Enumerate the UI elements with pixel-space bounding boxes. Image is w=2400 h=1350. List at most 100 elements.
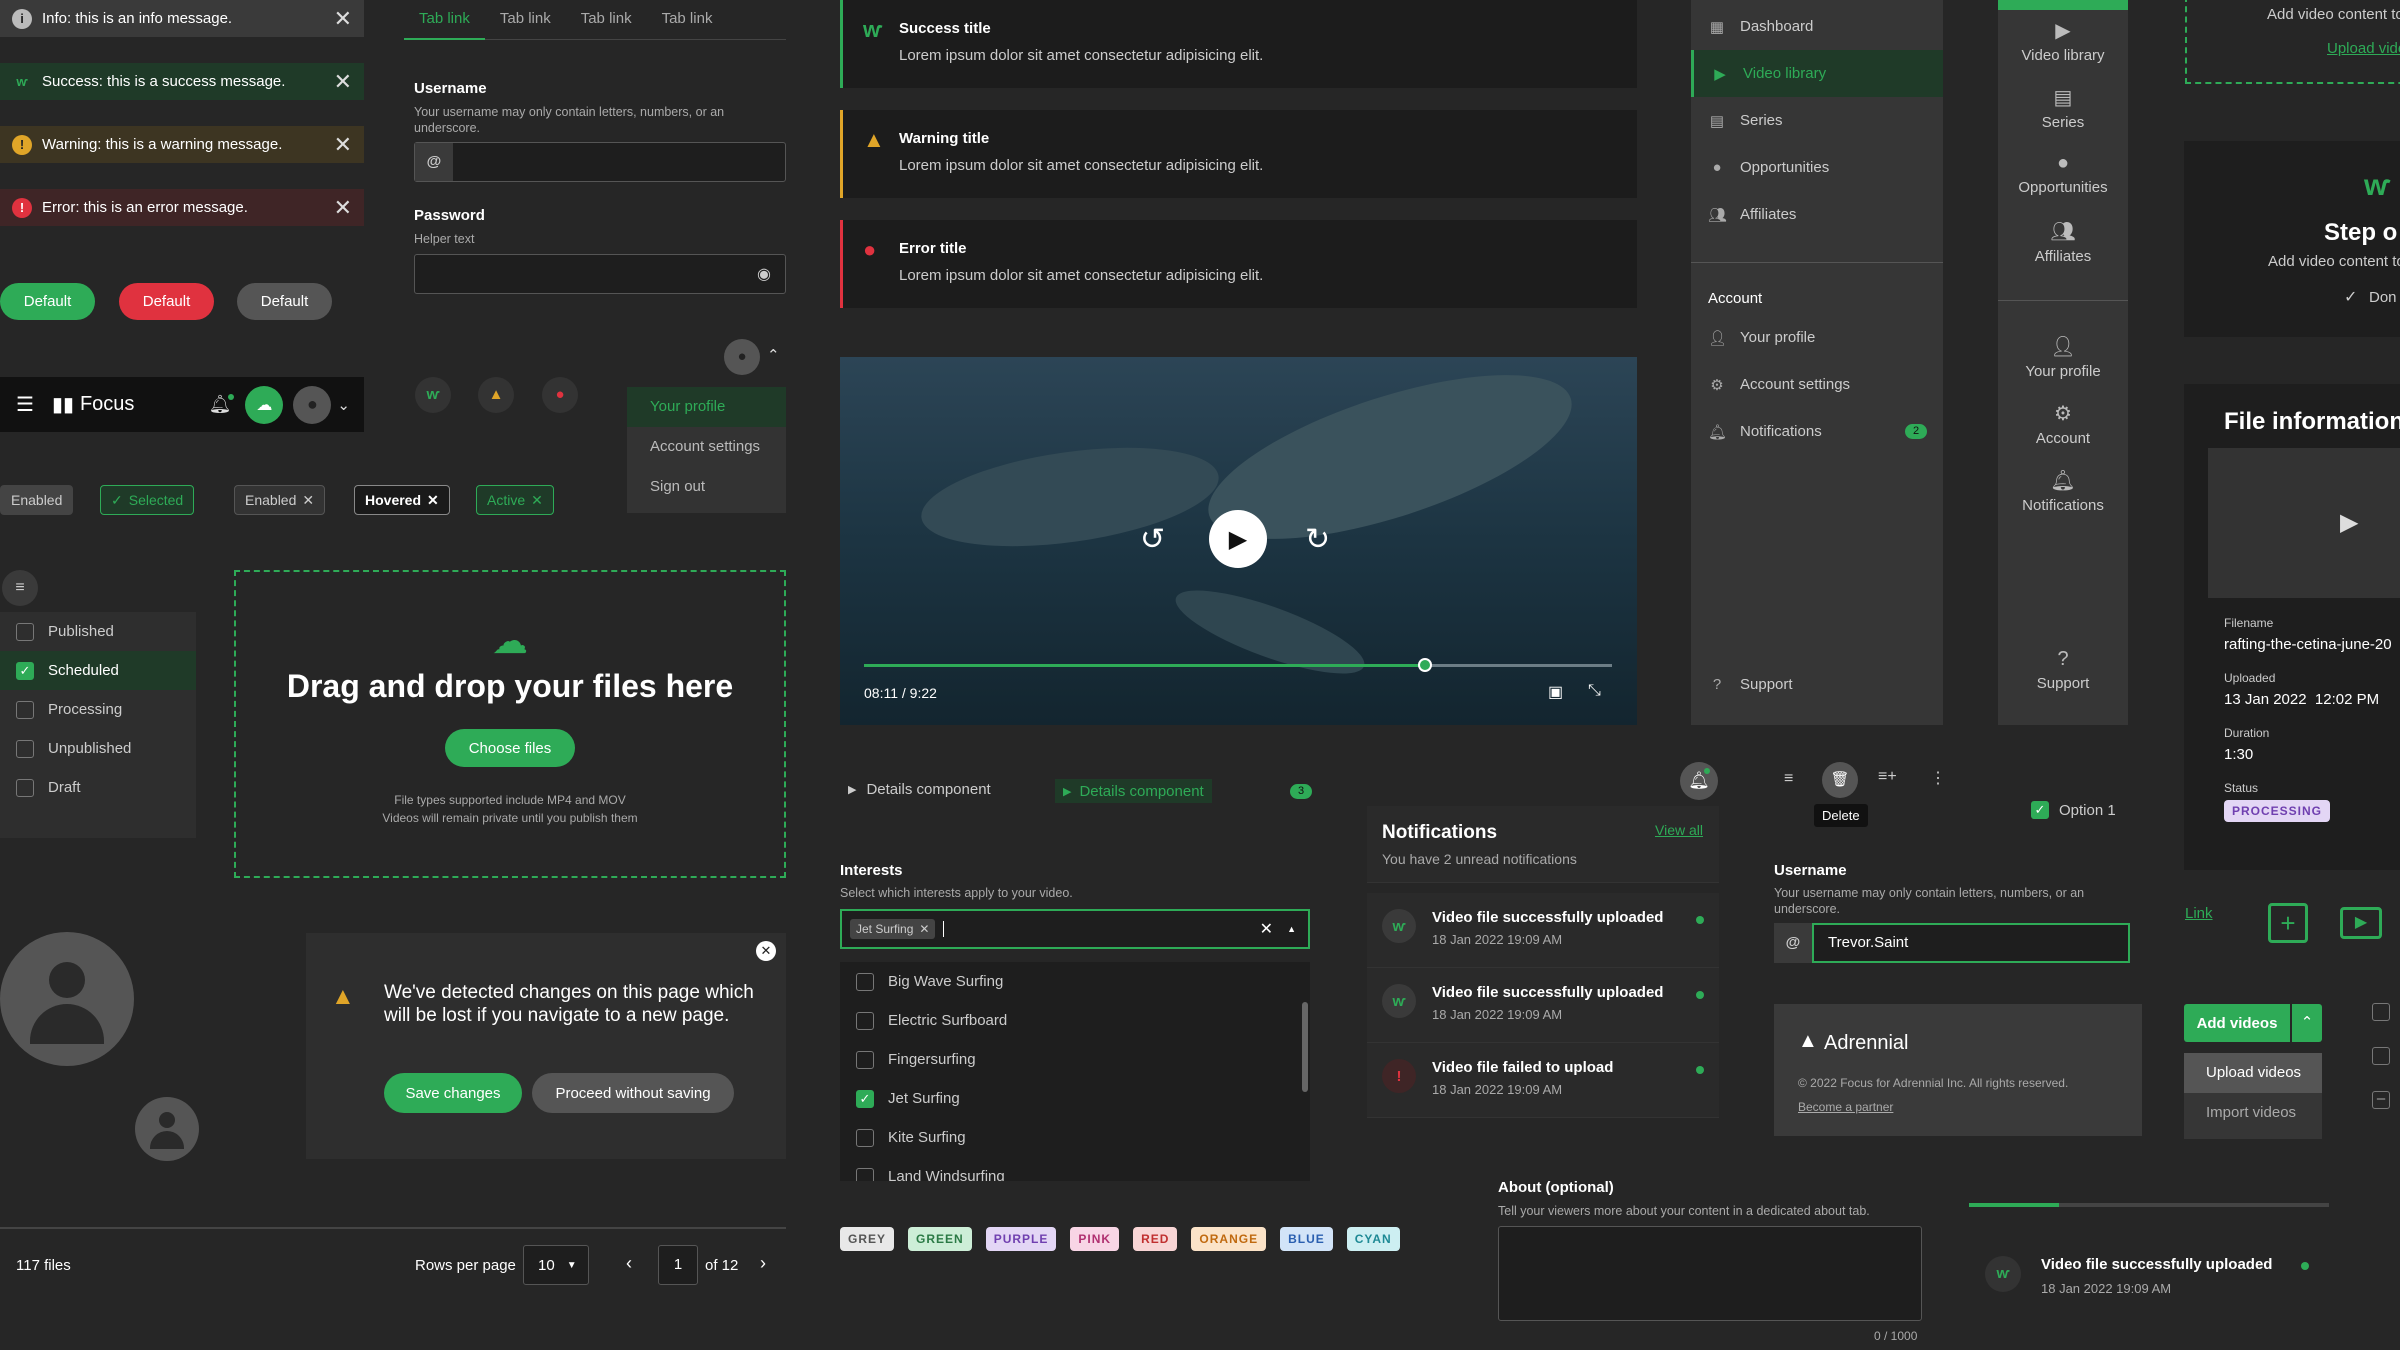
view-all-link[interactable]: View all [1655, 822, 1703, 838]
checkbox-indeterminate-icon[interactable]: – [2372, 1091, 2390, 1109]
checkbox-unchecked-icon[interactable] [2372, 1047, 2390, 1065]
checkbox-unchecked-icon[interactable] [2372, 1003, 2390, 1021]
become-partner-link[interactable]: Become a partner [1798, 1100, 1893, 1114]
about-textarea[interactable] [1498, 1226, 1922, 1321]
bell-icon[interactable]: 🔔︎ [209, 394, 235, 415]
rail-item-series[interactable]: ▤ Series [1998, 85, 2128, 131]
sidebar-item-dashboard[interactable]: ▦ Dashboard [1691, 3, 1943, 50]
upload-cloud-icon[interactable]: ☁ [245, 385, 284, 424]
selected-interest-chip[interactable]: Jet Surfing ✕ [850, 919, 936, 939]
rows-per-page-select[interactable]: 10 ▼ [523, 1245, 589, 1285]
sidebar-item-series[interactable]: ▤ Series [1691, 97, 1943, 144]
video-camera-icon[interactable]: ▶ [2340, 907, 2382, 939]
interest-option[interactable]: Big Wave Surfing [840, 962, 1310, 1001]
sidebar-item-your-profile[interactable]: 👤︎ Your profile [1691, 314, 1943, 361]
rail-item-your-profile[interactable]: 👤︎ Your profile [1998, 334, 2128, 380]
menu-item-import-videos[interactable]: Import videos [2184, 1093, 2322, 1133]
filter-processing[interactable]: Processing [0, 690, 196, 729]
rail-item-notifications[interactable]: 🔔︎ Notifications [1998, 468, 2128, 514]
chip-selected[interactable]: ✓ Selected [100, 485, 195, 515]
minimize-icon[interactable]: ⤡ [1588, 682, 1601, 700]
chip-active[interactable]: Active ✕ [476, 485, 554, 515]
add-box-icon[interactable]: + [2268, 903, 2308, 943]
filter-unpublished[interactable]: Unpublished [0, 729, 196, 768]
video-player[interactable]: ↺ ▶ ↻ 08:11 / 9:22 ▣ ⤡ [840, 357, 1637, 725]
bell-button[interactable]: 🔔︎ [1680, 762, 1718, 800]
rail-item-affiliates[interactable]: 👥︎ Affiliates [1998, 219, 2128, 265]
rail-item-opportunities[interactable]: ● Opportunities [1998, 152, 2128, 196]
menu-item-your-profile[interactable]: Your profile [627, 387, 786, 427]
details-component-collapsed[interactable]: ▶ Details component [848, 781, 991, 798]
rail-item-support[interactable]: ? Support [1998, 648, 2128, 692]
tab-link-1[interactable]: Tab link [404, 0, 485, 40]
close-icon[interactable]: ✕ [334, 133, 352, 156]
file-thumbnail[interactable]: ▶ [2208, 448, 2400, 598]
remove-chip-icon[interactable]: ✕ [427, 492, 439, 509]
chevron-down-icon[interactable]: ⌄ [337, 396, 350, 414]
prev-page-icon[interactable]: ‹ [626, 1253, 632, 1274]
chevron-up-icon[interactable]: ⌃ [2292, 1004, 2322, 1042]
chip-hovered[interactable]: Hovered ✕ [354, 485, 450, 515]
close-icon[interactable]: ✕ [334, 7, 352, 30]
default-button-red[interactable]: Default [119, 283, 214, 320]
sidebar-item-affiliates[interactable]: 👥︎ Affiliates [1691, 191, 1943, 238]
play-button[interactable]: ▶ [1209, 510, 1267, 568]
notification-item[interactable]: ⱳ Video file successfully uploaded 18 Jan … [1367, 968, 1719, 1043]
scrollbar[interactable] [1302, 1002, 1308, 1092]
remove-chip-icon[interactable]: ✕ [531, 492, 543, 509]
close-icon[interactable]: ✕ [756, 941, 776, 961]
filter-draft[interactable]: Draft [0, 768, 196, 807]
sidebar-item-account-settings[interactable]: ⚙ Account settings [1691, 361, 1943, 408]
sidebar-item-notifications[interactable]: 🔔︎ Notifications 2 [1691, 408, 1943, 455]
link[interactable]: Link [2185, 905, 2213, 922]
interest-option[interactable]: ✓ Jet Surfing [840, 1079, 1310, 1118]
chip-enabled[interactable]: Enabled ✕ [234, 485, 326, 515]
sidebar-item-video-library[interactable]: ▶ Video library [1691, 50, 1943, 97]
interest-option[interactable]: Kite Surfing [840, 1118, 1310, 1157]
menu-item-sign-out[interactable]: Sign out [627, 467, 786, 507]
notification-item[interactable]: ! Video file failed to upload 18 Jan 2022 … [1367, 1043, 1719, 1118]
proceed-without-saving-button[interactable]: Proceed without saving [532, 1073, 734, 1113]
video-progress-handle[interactable] [1418, 658, 1432, 672]
close-icon[interactable]: ✕ [334, 70, 352, 93]
interest-option[interactable]: Land Windsurfing [840, 1157, 1310, 1181]
tab-link-2[interactable]: Tab link [485, 0, 566, 38]
rail-item-video-library[interactable]: ▶ Video library [1998, 18, 2128, 64]
drop-zone[interactable]: ☁ Drag and drop your files here Choose f… [234, 570, 786, 878]
page-input[interactable]: 1 [658, 1245, 698, 1285]
interests-combobox[interactable]: Jet Surfing ✕ ✕ ▲ [840, 909, 1310, 949]
option-1-checkbox[interactable]: ✓ Option 1 [2031, 801, 2116, 819]
add-videos-button[interactable]: Add videos [2184, 1004, 2290, 1042]
menu-item-upload-videos[interactable]: Upload videos [2184, 1053, 2322, 1093]
next-page-icon[interactable]: › [760, 1253, 766, 1274]
interest-option[interactable]: Fingersurfing [840, 1040, 1310, 1079]
avatar[interactable]: ● [293, 385, 332, 424]
playlist-add-icon[interactable]: ≡+ [1878, 768, 1897, 786]
sidebar-item-support[interactable]: ? Support [1691, 661, 1943, 708]
chevron-up-icon[interactable]: ⌃ [767, 346, 780, 364]
interest-option[interactable]: Electric Surfboard [840, 1001, 1310, 1040]
remove-chip-icon[interactable]: ✕ [302, 492, 314, 509]
password-field[interactable]: ◉ [414, 254, 786, 294]
filter-scheduled[interactable]: ✓ Scheduled [0, 651, 196, 690]
delete-button[interactable]: 🗑︎ [1822, 762, 1858, 798]
upload-card-link[interactable]: Upload vide [2327, 40, 2400, 57]
filter-published[interactable]: Published [0, 612, 196, 651]
remove-chip-icon[interactable]: ✕ [919, 922, 929, 936]
tab-link-3[interactable]: Tab link [566, 0, 647, 38]
notification-item[interactable]: ⱳ Video file successfully uploaded 18 Jan … [1367, 893, 1719, 968]
filter-button[interactable]: ≡ [2, 570, 38, 606]
default-button-grey[interactable]: Default [237, 283, 332, 320]
default-button-green[interactable]: Default [0, 283, 95, 320]
eye-icon[interactable]: ◉ [757, 264, 771, 284]
picture-in-picture-icon[interactable]: ▣ [1548, 682, 1563, 702]
chip-enabled[interactable]: Enabled [0, 485, 74, 515]
username-field-filled[interactable]: @ Trevor.Saint [1774, 923, 2130, 963]
rail-item-account[interactable]: ⚙ Account [1998, 401, 2128, 447]
choose-files-button[interactable]: Choose files [445, 729, 575, 767]
filter-icon[interactable]: ≡ [1784, 770, 1793, 788]
profile-avatar[interactable]: ● [724, 339, 760, 375]
close-icon[interactable]: ✕ [334, 196, 352, 219]
more-vertical-icon[interactable]: ⋮ [1930, 768, 1946, 788]
sidebar-item-opportunities[interactable]: ● Opportunities [1691, 144, 1943, 191]
